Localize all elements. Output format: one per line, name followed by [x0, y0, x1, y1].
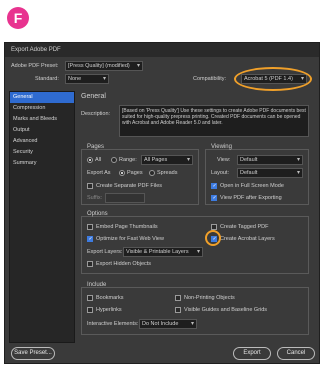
export-layers-label: Export Layers: [87, 249, 123, 255]
range-value: All Pages [144, 157, 168, 163]
sidebar-item-security[interactable]: Security [10, 147, 74, 158]
acrobat-layers-highlight [205, 230, 221, 246]
description-textarea[interactable]: [Based on 'Press Quality'] Use these set… [119, 105, 309, 137]
interactive-value: Do Not Include [142, 321, 179, 327]
view-after-export-label: View PDF after Exporting [220, 195, 282, 201]
step-badge: F [7, 7, 29, 29]
visible-guides-checkbox[interactable] [175, 307, 181, 313]
hidden-objects-checkbox[interactable] [87, 261, 93, 267]
compat-label: Compatibility: [193, 76, 227, 82]
range-dropdown[interactable]: All Pages [141, 155, 193, 165]
layout-dropdown[interactable]: Default [237, 168, 303, 178]
save-preset-button[interactable]: Save Preset... [11, 347, 55, 360]
hidden-objects-label: Export Hidden Objects [96, 261, 152, 267]
standard-dropdown[interactable]: None [65, 74, 109, 84]
interactive-dropdown[interactable]: Do Not Include [139, 319, 197, 329]
compatibility-highlight [234, 67, 312, 91]
export-layers-value: Visible & Printable Layers [126, 249, 189, 255]
export-pdf-dialog: Export Adobe PDF Adobe PDF Preset: [Pres… [4, 42, 320, 364]
range-radio[interactable] [111, 157, 117, 163]
sidebar-item-general[interactable]: General [10, 92, 74, 103]
layout-value: Default [240, 170, 258, 176]
nonprinting-checkbox[interactable] [175, 295, 181, 301]
sidebar: General Compression Marks and Bleeds Out… [9, 91, 75, 343]
bookmarks-checkbox[interactable] [87, 295, 93, 301]
preset-value: [Press Quality] (modified) [68, 63, 130, 69]
bookmarks-label: Bookmarks [96, 295, 124, 301]
all-label: All [95, 157, 102, 163]
export-button[interactable]: Export [233, 347, 271, 360]
create-separate-checkbox[interactable] [87, 183, 93, 189]
view-label: View: [217, 157, 231, 163]
visible-guides-label: Visible Guides and Baseline Grids [184, 307, 268, 313]
create-tagged-label: Create Tagged PDF [220, 224, 269, 230]
embed-thumbnails-label: Embed Page Thumbnails [96, 224, 158, 230]
pages-title: Pages [87, 144, 105, 150]
standard-label: Standard: [35, 76, 59, 82]
preset-dropdown[interactable]: [Press Quality] (modified) [65, 61, 143, 71]
standard-value: None [68, 76, 82, 82]
description-label: Description: [81, 111, 111, 117]
spreads-radio[interactable] [149, 170, 155, 176]
pages-option-label: Pages [127, 170, 143, 176]
view-after-export-checkbox[interactable] [211, 195, 217, 201]
spreads-option-label: Spreads [157, 170, 178, 176]
interactive-label: Interactive Elements: [87, 321, 139, 327]
sidebar-item-advanced[interactable]: Advanced [10, 136, 74, 147]
embed-thumbnails-checkbox[interactable] [87, 224, 93, 230]
window-title: Export Adobe PDF [5, 43, 319, 57]
export-layers-dropdown[interactable]: Visible & Printable Layers [123, 247, 203, 257]
viewing-title: Viewing [211, 144, 232, 150]
export-as-label: Export As [87, 170, 111, 176]
suffix-input[interactable] [105, 193, 145, 203]
sidebar-item-compression[interactable]: Compression [10, 103, 74, 114]
general-panel: General Description: [Based on 'Press Qu… [77, 91, 315, 341]
full-screen-label: Open in Full Screen Mode [220, 183, 284, 189]
optimize-web-label: Optimize for Fast Web View [96, 236, 164, 242]
options-title: Options [87, 211, 108, 217]
all-pages-radio[interactable] [87, 157, 93, 163]
nonprinting-label: Non-Printing Objects [184, 295, 235, 301]
hyperlinks-checkbox[interactable] [87, 307, 93, 313]
sidebar-item-marks-bleeds[interactable]: Marks and Bleeds [10, 114, 74, 125]
hyperlinks-label: Hyperlinks [96, 307, 122, 313]
optimize-web-checkbox[interactable] [87, 236, 93, 242]
sidebar-item-summary[interactable]: Summary [10, 158, 74, 169]
cancel-button[interactable]: Cancel [277, 347, 315, 360]
panel-heading: General [81, 93, 106, 100]
view-value: Default [240, 157, 258, 163]
suffix-label: Suffix: [87, 195, 103, 201]
include-title: Include [87, 282, 107, 288]
view-dropdown[interactable]: Default [237, 155, 303, 165]
pages-radio[interactable] [119, 170, 125, 176]
create-separate-label: Create Separate PDF Files [96, 183, 163, 189]
range-label: Range: [119, 157, 137, 163]
preset-label: Adobe PDF Preset: [11, 63, 59, 69]
sidebar-item-output[interactable]: Output [10, 125, 74, 136]
full-screen-checkbox[interactable] [211, 183, 217, 189]
layout-label: Layout: [211, 170, 230, 176]
create-acrobat-layers-label: Create Acrobat Layers [220, 236, 275, 242]
